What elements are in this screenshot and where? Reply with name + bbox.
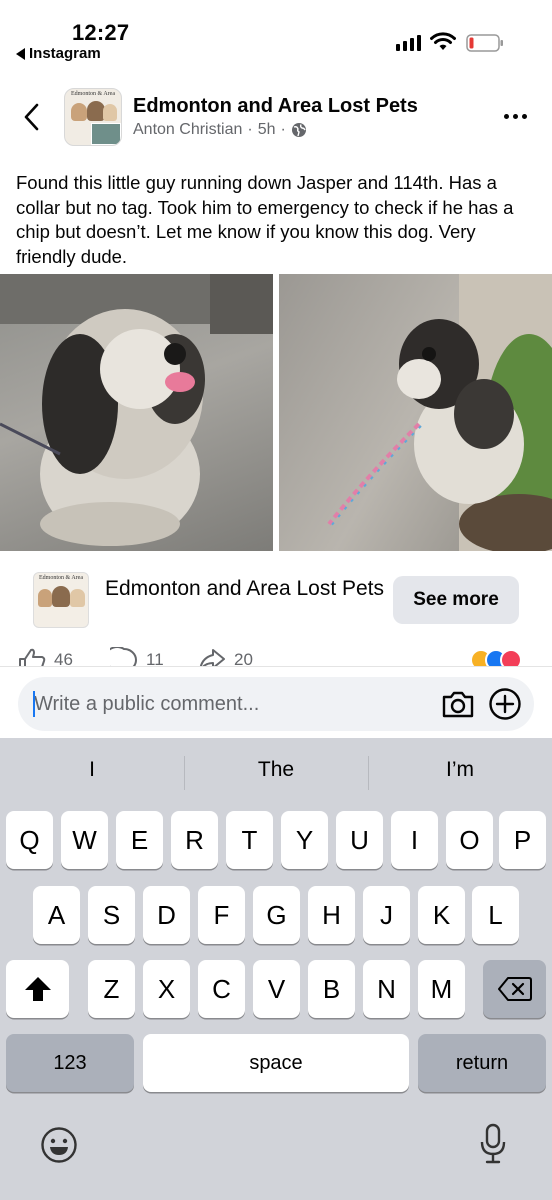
more-dots-icon[interactable]	[504, 114, 527, 119]
see-more-button[interactable]: See more	[393, 576, 519, 624]
comment-bar	[0, 666, 552, 738]
key-n[interactable]: N	[363, 960, 410, 1018]
post-meta: Anton Christian · 5h ·	[133, 121, 307, 139]
key-p[interactable]: P	[499, 811, 546, 869]
like-count: 46	[54, 650, 73, 667]
key-x[interactable]: X	[143, 960, 190, 1018]
key-w[interactable]: W	[61, 811, 108, 869]
key-t[interactable]: T	[226, 811, 273, 869]
key-z[interactable]: Z	[88, 960, 135, 1018]
comment-count: 11	[146, 650, 164, 667]
key-m[interactable]: M	[418, 960, 465, 1018]
reactions-row: 46 11 20	[0, 645, 552, 667]
wifi-icon	[430, 32, 456, 50]
meta-separator: ·	[247, 121, 253, 138]
reaction-emoji-stack[interactable]	[470, 649, 522, 667]
thumbs-up-icon	[19, 648, 46, 667]
key-d[interactable]: D	[143, 886, 190, 944]
like-button[interactable]: 46	[18, 647, 73, 667]
camera-icon[interactable]	[441, 689, 475, 719]
group-card-avatar[interactable]: Edmonton & Area	[33, 572, 89, 628]
share-arrow-icon	[199, 649, 225, 667]
post-photo-right[interactable]	[279, 274, 552, 551]
dog-photo-right	[327, 274, 552, 551]
comment-bubble-icon	[110, 647, 137, 667]
share-button[interactable]: 20	[198, 647, 253, 667]
comment-button[interactable]: 11	[110, 647, 164, 667]
suggestion-3[interactable]: I’m	[368, 758, 552, 782]
key-g[interactable]: G	[253, 886, 300, 944]
key-v[interactable]: V	[253, 960, 300, 1018]
group-card-name[interactable]: Edmonton and Area Lost Pets	[105, 575, 385, 603]
post-age[interactable]: 5h	[258, 121, 276, 139]
key-c[interactable]: C	[198, 960, 245, 1018]
key-y[interactable]: Y	[281, 811, 328, 869]
key-j[interactable]: J	[363, 886, 410, 944]
post-photo-left[interactable]	[0, 274, 273, 551]
emoji-icon[interactable]	[40, 1126, 78, 1164]
delete-key[interactable]	[483, 960, 546, 1018]
key-i[interactable]: I	[391, 811, 438, 869]
key-e[interactable]: E	[116, 811, 163, 869]
avatar-title-text: Edmonton & Area	[71, 91, 115, 97]
dog-photo-left	[0, 274, 273, 546]
shift-icon	[24, 977, 51, 1001]
meta-separator: ·	[280, 121, 286, 138]
key-b[interactable]: B	[308, 960, 355, 1018]
avatar-inset-photo	[91, 123, 121, 145]
back-triangle-icon	[16, 47, 25, 60]
avatar-title-text: Edmonton & Area	[39, 575, 83, 581]
author-name-link[interactable]: Anton Christian	[133, 121, 242, 139]
battery-low-icon	[466, 34, 503, 52]
status-bar: 12:27 Instagram	[0, 0, 552, 70]
return-key[interactable]: return	[418, 1034, 546, 1092]
love-reaction-icon	[500, 649, 522, 667]
shift-key[interactable]	[6, 960, 69, 1018]
key-q[interactable]: Q	[6, 811, 53, 869]
post-text: Found this little guy running down Jaspe…	[16, 172, 514, 267]
microphone-icon[interactable]	[478, 1122, 508, 1166]
status-time: 12:27	[72, 20, 130, 45]
text-caret	[33, 691, 35, 717]
key-f[interactable]: F	[198, 886, 245, 944]
numbers-key[interactable]: 123	[6, 1034, 134, 1092]
cellular-signal-icon	[396, 35, 421, 51]
back-app-label: Instagram	[29, 45, 101, 62]
backspace-icon	[497, 977, 532, 1001]
suggestion-bar: I The I’m	[0, 738, 552, 808]
keyboard: I The I’m Q W E R T Y U I O P A S D F G …	[0, 738, 552, 1200]
suggestion-1[interactable]: I	[0, 758, 184, 782]
key-a[interactable]: A	[33, 886, 80, 944]
key-h[interactable]: H	[308, 886, 355, 944]
chevron-left-icon[interactable]	[20, 102, 44, 132]
group-avatar[interactable]: Edmonton & Area	[64, 88, 122, 146]
group-name-link[interactable]: Edmonton and Area Lost Pets	[133, 95, 418, 118]
share-count: 20	[234, 650, 253, 667]
key-r[interactable]: R	[171, 811, 218, 869]
key-s[interactable]: S	[88, 886, 135, 944]
back-to-app-link[interactable]: Instagram	[16, 45, 101, 62]
suggestion-2[interactable]: The	[184, 758, 368, 782]
key-u[interactable]: U	[336, 811, 383, 869]
key-l[interactable]: L	[472, 886, 519, 944]
key-k[interactable]: K	[418, 886, 465, 944]
space-key[interactable]: space	[143, 1034, 409, 1092]
plus-circle-icon[interactable]	[488, 687, 522, 721]
globe-icon	[291, 123, 306, 137]
key-o[interactable]: O	[446, 811, 493, 869]
